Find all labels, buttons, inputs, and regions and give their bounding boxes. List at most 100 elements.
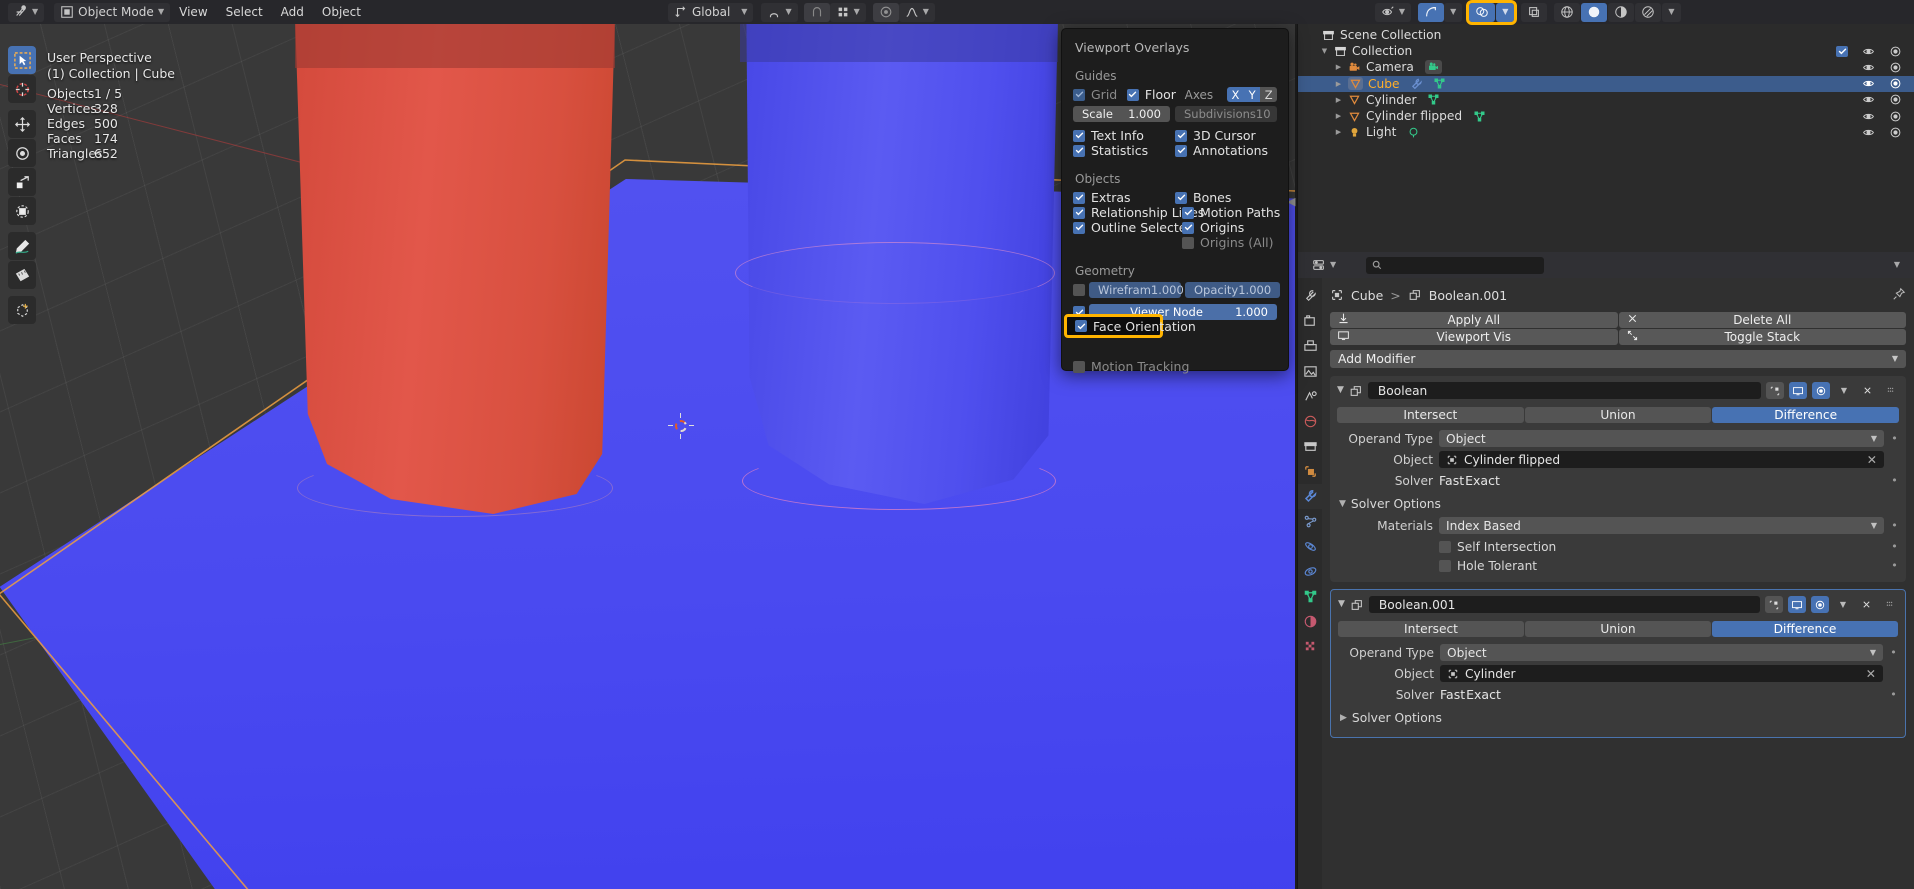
apply-all-button[interactable]: Apply All [1330,312,1618,328]
tab-material[interactable] [1298,609,1322,634]
extras-dropdown[interactable]: ▼ [1835,382,1853,399]
camera-object-icon[interactable] [1424,60,1442,75]
operation-union[interactable]: Union [1525,621,1711,637]
properties-editor-type[interactable]: ▼ [1306,255,1343,275]
eye-icon[interactable] [1862,93,1875,106]
solver-options-header[interactable]: ▶ Solver Options [1340,711,1898,725]
operation-intersect[interactable]: Intersect [1337,407,1524,423]
axis-y-toggle[interactable]: Y [1243,87,1261,102]
boolean-operation-group[interactable]: Intersect Union Difference [1338,621,1898,637]
shading-wireframe[interactable] [1554,2,1581,22]
tool-scale[interactable] [8,168,36,196]
outliner-row-light[interactable]: ▶ Light [1298,124,1914,140]
motion-paths-checkbox[interactable]: Motion Paths [1182,205,1280,220]
clear-object-icon[interactable]: ✕ [1866,667,1876,681]
shading-solid[interactable] [1581,2,1608,22]
materials-dropdown[interactable]: Index Based ▼ [1439,517,1884,534]
render-display-toggle[interactable] [1811,596,1829,613]
edit-mode-display-toggle[interactable] [1766,382,1784,399]
collapse-chevron-icon[interactable]: ▼ [1337,386,1344,395]
outliner-row-collection[interactable]: ▼ Collection [1298,43,1914,59]
modifier-name-field[interactable]: Boolean [1367,382,1761,399]
hole-tolerant-checkbox[interactable] [1439,559,1451,572]
operation-intersect[interactable]: Intersect [1338,621,1524,637]
xray-toggle[interactable] [1521,2,1548,22]
collapse-chevron-icon[interactable]: ▼ [1338,600,1345,609]
snap-to-selector[interactable]: ▼ [829,2,866,22]
disclosure-triangle[interactable]: ▼ [1320,47,1329,55]
disclosure-triangle[interactable]: ▶ [1334,80,1343,88]
breadcrumb-modifier[interactable]: Boolean.001 [1429,288,1507,303]
tab-view-layer[interactable] [1298,359,1322,384]
solver-toggle-group[interactable]: Fast Exact [1439,473,1884,488]
mesh-data-icon[interactable] [1427,93,1440,106]
animate-dot[interactable]: • [1890,474,1899,487]
outliner-row-cylinder-flipped[interactable]: ▶ Cylinder flipped [1298,108,1914,124]
pin-icon[interactable] [1892,287,1906,304]
collection-checkbox[interactable] [1836,45,1848,57]
menu-add[interactable]: Add [272,3,313,22]
overlays-toggle[interactable] [1469,2,1496,22]
face-orientation-highlighted-checkbox[interactable]: Face Orientation [1064,314,1196,338]
camera-render-icon[interactable] [1889,61,1902,74]
eye-icon[interactable] [1862,126,1875,139]
solver-fast[interactable]: Fast [1439,473,1464,488]
clear-object-icon[interactable]: ✕ [1867,453,1877,467]
mesh-data-icon[interactable] [1433,77,1446,90]
disclosure-triangle[interactable]: ▶ [1334,96,1343,104]
tab-texture[interactable] [1298,634,1322,659]
camera-render-icon[interactable] [1889,77,1902,90]
self-intersection-checkbox[interactable] [1439,540,1451,553]
solver-toggle-group[interactable]: Fast Exact [1440,687,1883,702]
object-selector[interactable]: Cylinder flipped ✕ [1439,451,1884,468]
motion-tracking-checkbox[interactable]: Motion Tracking [1073,359,1277,374]
tool-measure[interactable] [8,261,36,289]
delete-all-button[interactable]: Delete All [1618,312,1906,328]
grid-subdivisions-field[interactable]: Subdivisions 10 [1175,106,1277,122]
menu-object[interactable]: Object [313,3,370,22]
add-modifier-button[interactable]: Add Modifier ▼ [1330,350,1906,368]
eye-icon[interactable] [1862,45,1875,58]
tool-move[interactable] [8,110,36,138]
boolean-operation-group[interactable]: Intersect Union Difference [1337,407,1900,423]
opacity-field[interactable]: Opacity 1.000 [1185,282,1281,298]
animate-dot[interactable]: • [1889,688,1898,701]
animate-dot[interactable]: • [1890,432,1899,445]
drag-handle-icon[interactable] [1881,382,1899,399]
annotations-checkbox[interactable]: Annotations [1175,143,1277,158]
relationship-lines-checkbox[interactable]: Relationship Lines [1073,205,1204,220]
grid-checkbox[interactable]: Grid [1073,87,1121,102]
tool-annotate[interactable] [8,232,36,260]
gizmo-toggle[interactable] [1418,2,1445,22]
red-backface-cylinder[interactable] [295,24,615,514]
falloff-selector[interactable]: ▼ [898,2,935,22]
properties-search-input[interactable] [1366,256,1545,274]
outline-selected-checkbox[interactable]: Outline Selected [1073,220,1194,235]
camera-render-icon[interactable] [1889,126,1902,139]
origins-checkbox[interactable]: Origins [1182,220,1277,235]
tab-scene[interactable] [1298,384,1322,409]
proportional-edit-toggle[interactable] [872,2,899,22]
tab-output[interactable] [1298,334,1322,359]
operation-difference[interactable]: Difference [1712,621,1898,637]
camera-render-icon[interactable] [1889,45,1902,58]
overlays-dropdown[interactable]: ▼ [1496,2,1515,22]
disclosure-triangle[interactable]: ▶ [1334,63,1343,71]
menu-select[interactable]: Select [217,3,272,22]
animate-dot[interactable]: • [1890,519,1899,532]
tab-render[interactable] [1298,309,1322,334]
edit-mode-display-toggle[interactable] [1765,596,1783,613]
snap-magnet-toggle[interactable] [803,2,830,22]
extras-checkbox[interactable]: Extras [1073,190,1175,205]
shading-material-preview[interactable] [1608,2,1635,22]
snap-toggle[interactable]: ▼ [761,2,798,22]
solver-options-header[interactable]: ▼ Solver Options [1339,497,1899,511]
transform-orientation-selector[interactable]: Global ▼ [668,2,754,22]
editor-type-selector[interactable]: ▼ [8,2,45,22]
bones-checkbox[interactable]: Bones [1175,190,1277,205]
realtime-display-toggle[interactable] [1788,596,1806,613]
tab-collection[interactable] [1298,434,1322,459]
animate-dot[interactable]: • [1890,540,1899,553]
tab-constraints[interactable] [1298,559,1322,584]
operation-union[interactable]: Union [1524,407,1712,423]
